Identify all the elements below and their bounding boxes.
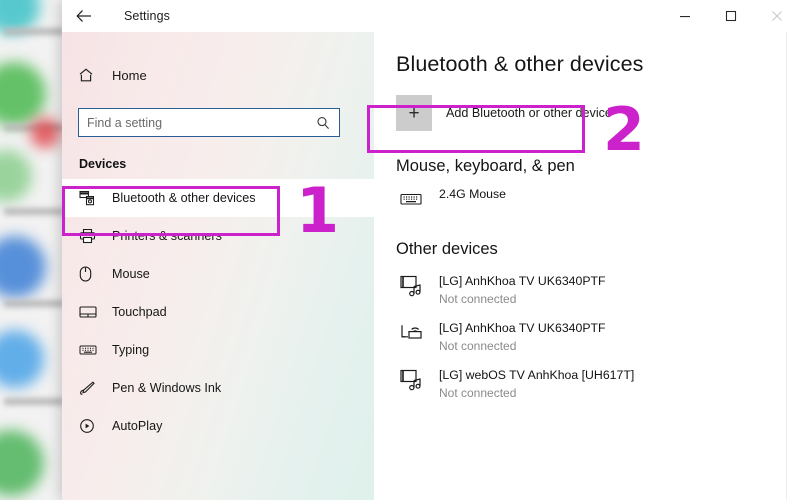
sidebar-item-label: Typing: [112, 343, 150, 357]
sidebar-item-label: Bluetooth & other devices: [112, 191, 256, 205]
sidebar-item-touchpad[interactable]: Touchpad: [62, 293, 374, 331]
settings-window: Settings Home Find a setting Devices Blu…: [62, 0, 800, 500]
group-title-other-devices: Other devices: [396, 240, 498, 258]
pen-icon: [79, 378, 107, 398]
sidebar-item-label: Mouse: [112, 267, 150, 281]
sidebar-item-home-label: Home: [112, 67, 147, 83]
add-bluetooth-device-label: Add Bluetooth or other device: [446, 106, 612, 120]
desktop-icon-label: [4, 398, 64, 405]
autoplay-icon: [79, 416, 107, 436]
desktop-icon-blob: [0, 62, 46, 126]
sidebar-item-label: Pen & Windows Ink: [112, 381, 222, 395]
sidebar-item-typing[interactable]: Typing: [62, 331, 374, 369]
device-group-other-devices: [LG] AnhKhoa TV UK6340PTF Not connected: [374, 271, 800, 400]
back-arrow-icon[interactable]: [62, 0, 106, 32]
sidebar-item-bluetooth-other-devices[interactable]: Bluetooth & other devices: [62, 179, 374, 217]
device-list-item[interactable]: 2.4G Mouse: [400, 184, 800, 214]
group-title-mouse-keyboard-pen: Mouse, keyboard, & pen: [396, 157, 575, 175]
device-name: [LG] AnhKhoa TV UK6340PTF: [439, 321, 606, 335]
desktop-icon-blob: [0, 150, 32, 202]
device-list-item[interactable]: [LG] webOS TV AnhKhoa [UH617T] Not conne…: [400, 365, 800, 400]
navigation-pane: Home Devices: [62, 32, 374, 500]
desktop-icon-blob: [30, 118, 60, 148]
close-icon[interactable]: [754, 0, 800, 32]
device-list-item[interactable]: [LG] AnhKhoa TV UK6340PTF Not connected: [400, 318, 800, 353]
mouse-icon: [79, 264, 107, 284]
sidebar-section-title: Devices: [79, 157, 127, 171]
keyboard-device-icon: [400, 184, 430, 214]
sidebar-item-pen-windows-ink[interactable]: Pen & Windows Ink: [62, 369, 374, 407]
desktop-icon-blob: [0, 330, 44, 388]
device-name: [LG] AnhKhoa TV UK6340PTF: [439, 274, 606, 288]
maximize-icon[interactable]: [708, 0, 754, 32]
bluetooth-devices-icon: [79, 188, 107, 208]
wireless-display-icon: [400, 318, 430, 348]
sidebar-item-label: AutoPlay: [112, 419, 163, 433]
app-title: Settings: [124, 9, 170, 23]
sidebar-item-mouse[interactable]: Mouse: [62, 255, 374, 293]
device-text: [LG] webOS TV AnhKhoa [UH617T] Not conne…: [439, 365, 634, 400]
device-text: [LG] AnhKhoa TV UK6340PTF Not connected: [439, 318, 606, 353]
content-right-edge: [786, 32, 787, 500]
page-title: Bluetooth & other devices: [396, 52, 644, 76]
device-name: [LG] webOS TV AnhKhoa [UH617T]: [439, 368, 635, 382]
device-status: Not connected: [439, 339, 517, 353]
desktop-icon-label: [4, 300, 64, 307]
sidebar-item-autoplay[interactable]: AutoPlay: [62, 407, 374, 445]
content-pane: Bluetooth & other devices + Add Bluetoot…: [374, 32, 800, 500]
device-name: 2.4G Mouse: [439, 187, 506, 201]
search-input[interactable]: [79, 115, 316, 130]
keyboard-icon: [79, 340, 107, 360]
device-text: 2.4G Mouse: [439, 184, 506, 203]
window-controls: [662, 0, 800, 32]
desktop-icon-blob: [0, 236, 46, 298]
minimize-icon[interactable]: [662, 0, 708, 32]
device-list-item[interactable]: [LG] AnhKhoa TV UK6340PTF Not connected: [400, 271, 800, 306]
home-icon: [78, 67, 108, 83]
media-audio-device-icon: [400, 365, 430, 395]
add-bluetooth-device-button[interactable]: + Add Bluetooth or other device: [396, 95, 612, 131]
sidebar-item-home[interactable]: Home: [62, 56, 374, 94]
desktop-icon-label: [4, 28, 64, 35]
plus-icon: +: [396, 95, 432, 131]
title-bar: Settings: [62, 0, 800, 32]
sidebar-item-label: Printers & scanners: [112, 229, 222, 243]
sidebar-nav-list: Bluetooth & other devices Printers & sca…: [62, 179, 374, 445]
desktop-icon-label: [4, 208, 64, 215]
device-text: [LG] AnhKhoa TV UK6340PTF Not connected: [439, 271, 606, 306]
device-group-mouse-keyboard-pen: 2.4G Mouse: [374, 184, 800, 214]
search-box[interactable]: [78, 108, 340, 137]
screenshot-root: Settings Home Find a setting Devices Blu…: [0, 0, 800, 500]
desktop-icon-blob: [0, 430, 44, 496]
sidebar-item-label: Touchpad: [112, 305, 167, 319]
sidebar-item-printers-scanners[interactable]: Printers & scanners: [62, 217, 374, 255]
printer-icon: [79, 226, 107, 246]
media-audio-device-icon: [400, 271, 430, 301]
device-status: Not connected: [439, 292, 517, 306]
touchpad-icon: [79, 302, 107, 322]
search-icon[interactable]: [316, 116, 339, 130]
device-status: Not connected: [439, 386, 517, 400]
